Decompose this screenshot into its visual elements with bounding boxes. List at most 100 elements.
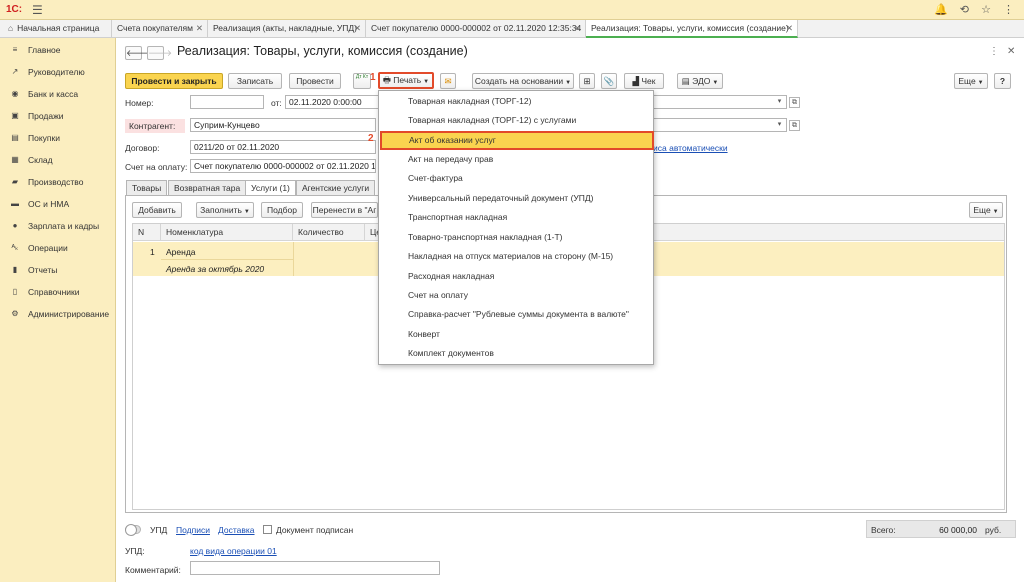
history-icon[interactable]: ⟲ bbox=[960, 4, 969, 16]
sidebar-item-production[interactable]: ▰ Производство bbox=[0, 174, 116, 190]
sidebar-item-main[interactable]: ≡ Главное bbox=[0, 42, 116, 58]
save-button[interactable]: Записать bbox=[228, 73, 282, 89]
tab-customer-invoices[interactable]: Счета покупателям ✕ bbox=[112, 20, 208, 38]
menu-item-torg12-services[interactable]: Товарная накладная (ТОРГ-12) с услугами bbox=[379, 111, 653, 130]
row-number: 1 bbox=[150, 247, 155, 257]
menu-item-service-act[interactable]: Акт об оказании услуг bbox=[380, 131, 654, 150]
sidebar-item-reports[interactable]: ▮ Отчеты bbox=[0, 262, 116, 278]
forward-button[interactable]: 🡒 bbox=[147, 46, 172, 60]
receipt-button[interactable]: ▟ Чек bbox=[624, 73, 664, 89]
bell-icon[interactable]: 🔔 bbox=[934, 4, 948, 16]
sidebar-item-bank[interactable]: ◉ Банк и касса bbox=[0, 86, 116, 102]
invoice-field[interactable]: Счет покупателю 0000-000002 от 02.11.202… bbox=[190, 159, 376, 173]
select-button[interactable]: Подбор bbox=[261, 202, 303, 218]
menu-item-payment-invoice[interactable]: Счет на оплату bbox=[379, 286, 653, 305]
close-icon[interactable]: ✕ bbox=[196, 20, 203, 37]
dt-kt-button[interactable]: Дт Кт bbox=[353, 73, 371, 89]
sidebar-item-sales[interactable]: ▣ Продажи bbox=[0, 108, 116, 124]
close-icon[interactable]: ✕ bbox=[1007, 46, 1015, 57]
edo-button[interactable]: ▤ ЭДО ▼ bbox=[677, 73, 723, 89]
tab-services[interactable]: Услуги (1) bbox=[245, 180, 296, 196]
sidebar-item-manager[interactable]: ↗ Руководителю bbox=[0, 64, 116, 80]
chevron-down-icon: ▼ bbox=[565, 80, 572, 86]
invoice-label: Счет на оплату: bbox=[125, 162, 188, 172]
number-field[interactable] bbox=[190, 95, 264, 109]
sidebar-item-purchases[interactable]: ▤ Покупки bbox=[0, 130, 116, 146]
menu-item-m15[interactable]: Накладная на отпуск материалов на сторон… bbox=[379, 247, 653, 266]
sidebar-item-assets[interactable]: ▬ ОС и НМА bbox=[0, 196, 116, 212]
help-button[interactable]: ? bbox=[994, 73, 1011, 89]
star-icon[interactable]: ☆ bbox=[981, 4, 991, 16]
signed-checkbox[interactable] bbox=[263, 525, 272, 534]
total-value: 60 000,00 bbox=[939, 525, 977, 535]
sidebar-item-admin[interactable]: ⚙ Администрирование bbox=[0, 306, 116, 322]
contract-field[interactable]: 0211/20 от 02.11.2020 bbox=[190, 140, 376, 154]
post-and-close-button[interactable]: Провести и закрыть bbox=[125, 73, 223, 89]
menu-item-doc-set[interactable]: Комплект документов bbox=[379, 344, 653, 363]
sidebar-item-operations[interactable]: ᴬₖ Операции bbox=[0, 240, 116, 256]
signatures-link[interactable]: Подписи bbox=[176, 525, 210, 535]
column-header-n[interactable]: N bbox=[133, 224, 161, 241]
contractor-field[interactable]: Суприм-Кунцево bbox=[190, 118, 376, 132]
fill-button[interactable]: Заполнить ▼ bbox=[196, 202, 254, 218]
organization-field[interactable] bbox=[653, 95, 787, 109]
upd-toggle[interactable] bbox=[125, 524, 141, 536]
dropdown-icon[interactable]: ▾ bbox=[774, 97, 785, 108]
more-icon[interactable]: ⋮ bbox=[989, 46, 999, 57]
tab-sales-list[interactable]: Реализация (акты, накладные, УПД) ✕ bbox=[208, 20, 366, 38]
sidebar-item-warehouse[interactable]: ▦ Склад bbox=[0, 152, 116, 168]
comment-field[interactable] bbox=[190, 561, 440, 575]
move-to-agent-button[interactable]: Перенести в "Аг bbox=[311, 202, 378, 218]
close-icon[interactable]: ✕ bbox=[574, 20, 581, 37]
comment-label: Комментарий: bbox=[125, 565, 181, 575]
tab-home[interactable]: ⌂ Начальная страница bbox=[0, 20, 112, 38]
back-button[interactable]: 🡐 bbox=[125, 46, 150, 60]
menu-item-currency-calc[interactable]: Справка-расчет "Рублевые суммы документа… bbox=[379, 305, 653, 324]
close-icon[interactable]: ✕ bbox=[354, 20, 361, 37]
tab-invoice-doc[interactable]: Счет покупателю 0000-000002 от 02.11.202… bbox=[366, 20, 586, 38]
attach-button[interactable]: 📎 bbox=[601, 73, 617, 89]
add-button[interactable]: Добавить bbox=[132, 202, 182, 218]
open-icon[interactable]: ⧉ bbox=[789, 120, 800, 131]
tab-agent-services[interactable]: Агентские услуги bbox=[296, 180, 376, 195]
create-based-on-button[interactable]: Создать на основании ▼ bbox=[472, 73, 574, 89]
close-icon[interactable]: ✕ bbox=[786, 20, 793, 36]
upd-label: УПД: bbox=[125, 546, 145, 556]
dt-kt-icon: ᴬₖ bbox=[11, 243, 19, 252]
menu-item-envelope[interactable]: Конверт bbox=[379, 325, 653, 344]
dropdown-icon[interactable]: ▾ bbox=[774, 120, 785, 131]
column-header-nomenclature[interactable]: Номенклатура bbox=[161, 224, 293, 241]
hamburger-icon[interactable]: ☰ bbox=[32, 3, 43, 17]
menu-item-invoice-facture[interactable]: Счет-фактура bbox=[379, 169, 653, 188]
menu-item-ttn-1t[interactable]: Товарно-транспортная накладная (1-Т) bbox=[379, 228, 653, 247]
more-icon[interactable]: ⋮ bbox=[1003, 4, 1014, 16]
grid-more-button[interactable]: Еще ▼ bbox=[969, 202, 1003, 218]
sidebar-item-payroll[interactable]: ● Зарплата и кадры bbox=[0, 218, 116, 234]
tab-goods[interactable]: Товары bbox=[126, 180, 168, 195]
print-button[interactable]: 🖶 Печать ▼ bbox=[378, 72, 434, 89]
book-icon: ▯ bbox=[12, 287, 18, 296]
menu-item-upd[interactable]: Универсальный передаточный документ (УПД… bbox=[379, 189, 653, 208]
menu-item-transport-waybill[interactable]: Транспортная накладная bbox=[379, 208, 653, 227]
upd-toggle-label: УПД bbox=[150, 525, 168, 535]
app-logo[interactable]: 1С: bbox=[6, 4, 22, 15]
menu-item-torg12[interactable]: Товарная накладная (ТОРГ-12) bbox=[379, 92, 653, 111]
email-button[interactable]: ✉ bbox=[440, 73, 456, 89]
sidebar-item-catalogs[interactable]: ▯ Справочники bbox=[0, 284, 116, 300]
date-field[interactable]: 02.11.2020 0:00:00 bbox=[285, 95, 379, 109]
truck-icon: ▬ bbox=[11, 199, 19, 208]
post-button[interactable]: Провести bbox=[289, 73, 341, 89]
more-button[interactable]: Еще ▼ bbox=[954, 73, 988, 89]
open-icon[interactable]: ⧉ bbox=[789, 97, 800, 108]
operation-code-link[interactable]: код вида операции 01 bbox=[190, 546, 277, 556]
auto-calc-link[interactable]: иса автоматически bbox=[653, 143, 728, 153]
delivery-link[interactable]: Доставка bbox=[218, 525, 255, 535]
tab-returnable-containers[interactable]: Возвратная тара bbox=[168, 180, 247, 195]
structure-button[interactable]: ⊞ bbox=[579, 73, 595, 89]
print-menu: Товарная накладная (ТОРГ-12) Товарная на… bbox=[378, 90, 654, 365]
warehouse-field[interactable] bbox=[653, 118, 787, 132]
menu-item-expense-invoice[interactable]: Расходная накладная bbox=[379, 267, 653, 286]
column-header-quantity[interactable]: Количество bbox=[293, 224, 365, 241]
menu-item-rights-transfer-act[interactable]: Акт на передачу прав bbox=[379, 150, 653, 169]
tab-sales-create[interactable]: Реализация: Товары, услуги, комиссия (со… bbox=[586, 20, 798, 38]
